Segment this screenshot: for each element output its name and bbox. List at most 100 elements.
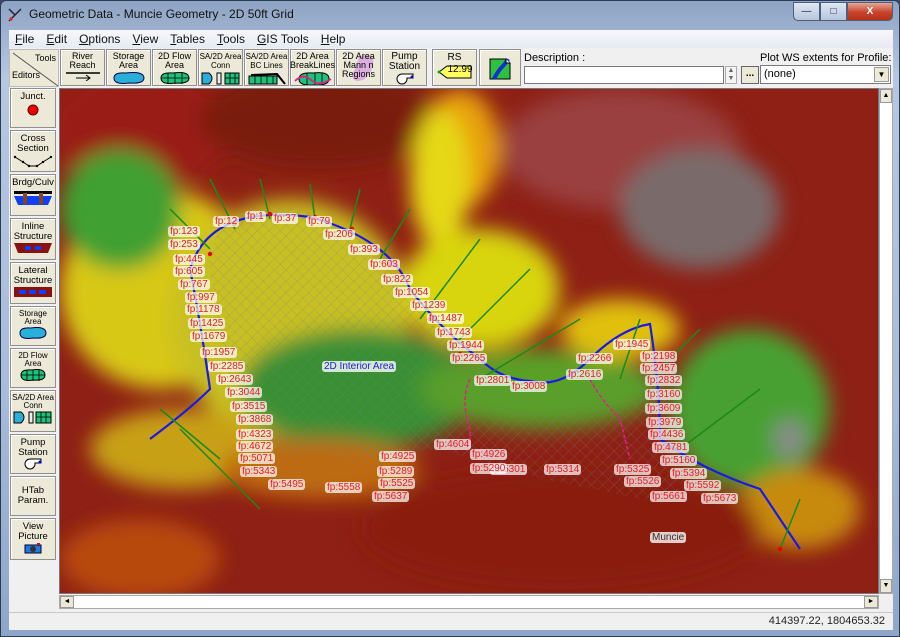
pump-station-label: Pump Station <box>388 51 421 72</box>
storage-area-side-button[interactable]: Storage Area <box>10 306 56 346</box>
facepoint-label: fp:5314 <box>544 464 582 475</box>
junction-button[interactable]: Junct. <box>10 88 56 128</box>
facepoint-label: fp:3609 <box>645 403 683 414</box>
sa-2d-area-conn-button[interactable]: SA/2D Area Conn <box>198 49 243 86</box>
facepoint-label: fp:5289 <box>377 466 415 477</box>
title-bar[interactable]: Geometric Data - Muncie Geometry - 2D 50… <box>1 1 899 29</box>
cross-section-icon <box>13 155 53 168</box>
facepoint-label: fp:3515 <box>230 401 268 412</box>
facepoint-label: fp:2285 <box>208 361 246 372</box>
description-ellipsis-button[interactable]: ... <box>741 66 759 84</box>
bridge-culvert-button[interactable]: Brdg/Culv <box>10 174 56 216</box>
facepoint-label: fp:445 <box>173 254 205 265</box>
client-area: File Edit Options View Tables Tools GIS Tools H… <box>9 30 893 630</box>
lateral-structure-label: Lateral Structure <box>13 265 53 286</box>
facepoint-label: fp:1487 <box>427 313 465 324</box>
facepoint-label: fp:393 <box>348 244 380 255</box>
menu-view[interactable]: View <box>126 32 164 46</box>
2d-interior-area-label: 2D Interior Area <box>322 361 397 372</box>
scroll-left-button[interactable]: ◄ <box>60 596 74 608</box>
menu-tables[interactable]: Tables <box>164 32 211 46</box>
maximize-button[interactable]: □ <box>820 2 847 21</box>
scroll-right-button[interactable]: ► <box>864 596 878 608</box>
lateral-structure-button[interactable]: Lateral Structure <box>10 262 56 304</box>
2d-area-breaklines-label: 2D Area BreakLines <box>289 51 336 70</box>
chevron-down-icon[interactable]: ▼ <box>874 67 889 82</box>
facepoint-label: fp:1743 <box>435 327 473 338</box>
menu-options[interactable]: Options <box>73 32 126 46</box>
facepoint-label: fp:5661 <box>650 491 688 502</box>
status-bar: 414397.22, 1804653.32 <box>9 612 893 630</box>
inline-structure-button[interactable]: Inline Structure <box>10 218 56 260</box>
rs-button[interactable]: RS 12.99 <box>432 49 477 86</box>
cross-section-label: Cross Section <box>17 133 49 154</box>
inline-structure-icon <box>14 243 52 253</box>
facepoint-label: fp:12 <box>213 216 240 227</box>
pump-station-button[interactable]: Pump Station <box>382 49 427 86</box>
facepoint-label: fp:2198 <box>640 351 678 362</box>
cross-section-button[interactable]: Cross Section <box>10 130 56 172</box>
2d-area-mann-n-regions-button[interactable]: 2D Area Mann n Regions <box>336 49 381 86</box>
close-button[interactable]: X <box>847 2 893 21</box>
description-spinner[interactable]: ▲ ▼ <box>725 66 737 84</box>
sa-2d-conn-side-icon <box>13 411 52 424</box>
menu-bar: File Edit Options View Tables Tools GIS Tools H… <box>9 30 893 48</box>
facepoint-label: fp:4323 <box>236 429 274 440</box>
vertical-scrollbar[interactable]: ▲ ▼ <box>879 88 893 594</box>
2d-flow-area-side-button[interactable]: 2D Flow Area <box>10 348 56 388</box>
rs-label: RS <box>447 52 462 63</box>
facepoint-label: fp:1944 <box>447 340 485 351</box>
view-picture-label: View Picture <box>18 521 48 542</box>
window-title: Geometric Data - Muncie Geometry - 2D 50… <box>29 7 294 21</box>
menu-file[interactable]: File <box>9 32 40 46</box>
menu-tools[interactable]: Tools <box>211 32 251 46</box>
facepoint-label: fp:1054 <box>393 287 431 298</box>
menu-edit[interactable]: Edit <box>40 32 73 46</box>
junction-icon <box>27 104 39 116</box>
sa-2d-area-conn-side-button[interactable]: SA/2D Area Conn <box>10 390 56 432</box>
menu-help[interactable]: Help <box>315 32 352 46</box>
breaklines-icon <box>293 72 331 85</box>
facepoint-label: fp:5160 <box>660 455 698 466</box>
facepoint-label: fp:4672 <box>236 441 274 452</box>
pump-station-side-button[interactable]: Pump Station <box>10 434 56 474</box>
background-map-button[interactable] <box>479 49 521 86</box>
facepoint-label: fp:5495 <box>268 479 306 490</box>
profile-select[interactable]: (none) ▼ <box>760 65 891 84</box>
2d-area-breaklines-button[interactable]: 2D Area BreakLines <box>290 49 335 86</box>
facepoint-label: fp:1425 <box>188 318 226 329</box>
editor-sidebar: Junct. Cross Section Brdg/Culv Inline St… <box>9 88 57 568</box>
facepoint-label: fp:4781 <box>652 442 690 453</box>
2d-flow-area-label: 2D Flow Area <box>157 51 191 70</box>
facepoint-label: fp:3044 <box>225 387 263 398</box>
sa-2d-area-conn-label: SA/2D Area Conn <box>199 52 242 70</box>
rs-tag-icon: 12.99 <box>437 64 473 79</box>
facepoint-label: fp:79 <box>306 216 333 227</box>
sa-2d-area-bc-lines-button[interactable]: SA/2D Area BC Lines <box>244 49 289 86</box>
storage-area-side-label: Storage Area <box>18 309 48 326</box>
bc-lines-icon <box>248 72 286 85</box>
scroll-down-button[interactable]: ▼ <box>880 579 892 593</box>
profile-label: Plot WS extents for Profile: <box>760 52 892 64</box>
facepoint-label: fp:1957 <box>200 347 238 358</box>
description-input[interactable] <box>524 66 724 84</box>
menu-gis-tools[interactable]: GIS Tools <box>251 32 315 46</box>
lateral-structure-icon <box>14 287 52 297</box>
htab-param-button[interactable]: HTab Param. <box>10 476 56 516</box>
river-reach-button[interactable]: River Reach <box>60 49 105 86</box>
2d-flow-area-button[interactable]: 2D Flow Area <box>152 49 197 86</box>
cursor-coordinates: 414397.22, 1804653.32 <box>768 615 885 627</box>
junction-label: Junct. <box>20 91 46 102</box>
geometry-map-canvas[interactable]: 2D Interior Area Muncie fp:12 fp:1 fp:37 fp… <box>59 88 879 594</box>
river-reach-label: River Reach <box>69 51 96 70</box>
htab-param-label: HTab Param. <box>17 485 49 506</box>
storage-area-button[interactable]: Storage Area <box>106 49 151 86</box>
horizontal-scrollbar[interactable]: ◄ ► <box>59 595 879 609</box>
facepoint-label: fp:3160 <box>645 389 683 400</box>
inline-structure-label: Inline Structure <box>13 221 53 242</box>
view-picture-button[interactable]: View Picture <box>10 518 56 560</box>
facepoint-label: fp:3979 <box>646 417 684 428</box>
facepoint-label: fp:2832 <box>645 375 683 386</box>
scroll-up-button[interactable]: ▲ <box>880 89 892 103</box>
minimize-button[interactable]: — <box>793 2 820 21</box>
